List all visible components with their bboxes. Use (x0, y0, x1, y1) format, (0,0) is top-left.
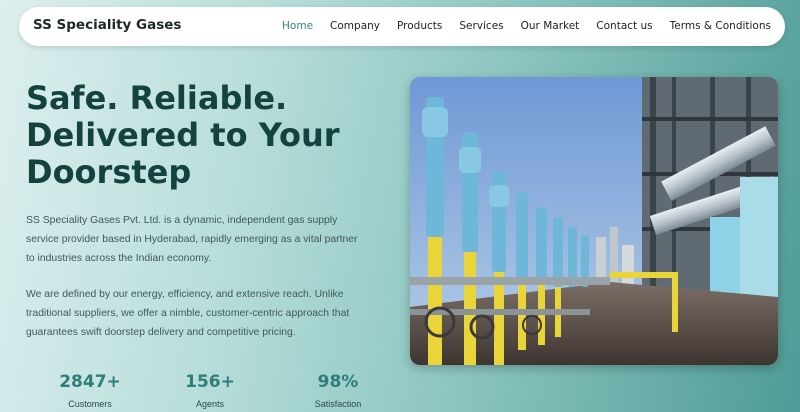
nav-link-our-market[interactable]: Our Market (521, 20, 580, 32)
brand-logo[interactable]: SS Speciality Gases (33, 17, 181, 33)
headline-line-1: Safe. Reliable. (26, 79, 288, 117)
top-navbar: SS Speciality Gases Home Company Product… (19, 7, 785, 46)
nav-links: Home Company Products Services Our Marke… (282, 20, 771, 32)
stat-satisfaction-value: 98% (317, 372, 359, 392)
nav-link-terms[interactable]: Terms & Conditions (670, 20, 771, 32)
nav-link-services[interactable]: Services (459, 20, 503, 32)
hero-headline: Safe. Reliable. Delivered to Your Doorst… (26, 80, 386, 191)
stat-customers: 2847+ Customers (40, 372, 140, 409)
stat-customers-value: 2847+ (59, 372, 121, 392)
stat-satisfaction-label: Satisfaction (314, 399, 362, 409)
nav-link-home[interactable]: Home (282, 20, 313, 32)
nav-link-contact-us[interactable]: Contact us (596, 20, 652, 32)
nav-link-products[interactable]: Products (397, 20, 442, 32)
industrial-pipeline-photo-icon (410, 77, 778, 365)
nav-link-company[interactable]: Company (330, 20, 380, 32)
intro-paragraph: SS Speciality Gases Pvt. Ltd. is a dynam… (26, 215, 358, 264)
description-paragraph: We are defined by our energy, efficiency… (26, 289, 350, 338)
stat-agents-label: Agents (195, 399, 225, 409)
stat-agents: 156+ Agents (160, 372, 260, 409)
headline-line-3: Doorstep (26, 153, 192, 191)
hero-image (410, 77, 778, 365)
headline-line-2: Delivered to Your (26, 116, 340, 154)
stat-agents-value: 156+ (185, 372, 235, 392)
stat-customers-label: Customers (68, 399, 112, 409)
stat-satisfaction: 98% Satisfaction (288, 372, 388, 409)
